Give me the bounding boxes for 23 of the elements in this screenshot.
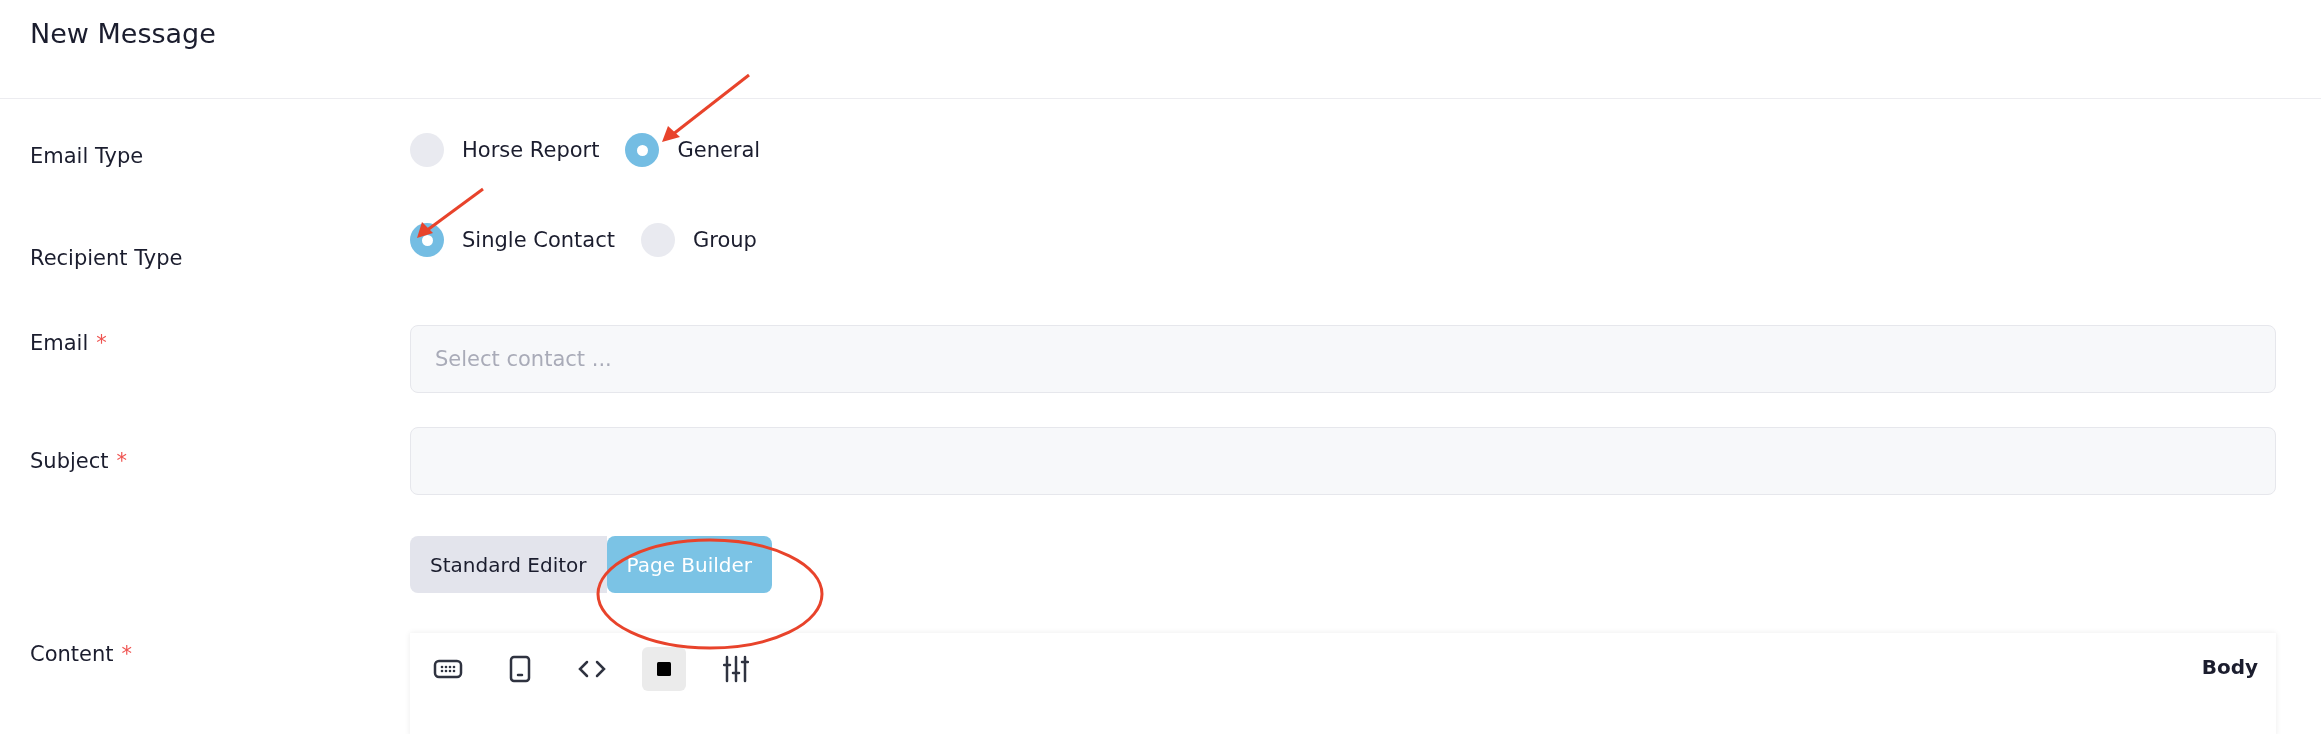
section-label: Body	[2201, 654, 2258, 679]
required-mark: *	[121, 642, 133, 666]
required-mark: *	[96, 331, 107, 355]
contact-select[interactable]: Select contact ...	[410, 325, 2276, 393]
radio-option[interactable]: Group	[640, 223, 757, 257]
field-label: Content	[30, 642, 114, 666]
keyboard-icon	[433, 658, 463, 680]
tablet-icon	[509, 655, 531, 683]
code-icon	[578, 660, 606, 678]
field-label: Recipient Type	[30, 246, 183, 270]
radio-button[interactable]	[625, 133, 660, 167]
radio-option[interactable]: Horse Report	[410, 133, 600, 167]
square-icon	[656, 661, 672, 677]
editor-mode-tab[interactable]: Standard Editor	[410, 536, 607, 593]
sliders-icon	[723, 655, 749, 683]
subject-field[interactable]	[410, 427, 2276, 495]
page-title: New Message	[30, 18, 216, 49]
field-label: Subject	[30, 449, 109, 473]
field-label: Email Type	[30, 144, 144, 168]
required-mark: *	[116, 449, 127, 473]
field-label: Email	[30, 331, 89, 355]
radio-option[interactable]: General	[625, 133, 761, 167]
toolbar-button[interactable]	[642, 647, 686, 691]
